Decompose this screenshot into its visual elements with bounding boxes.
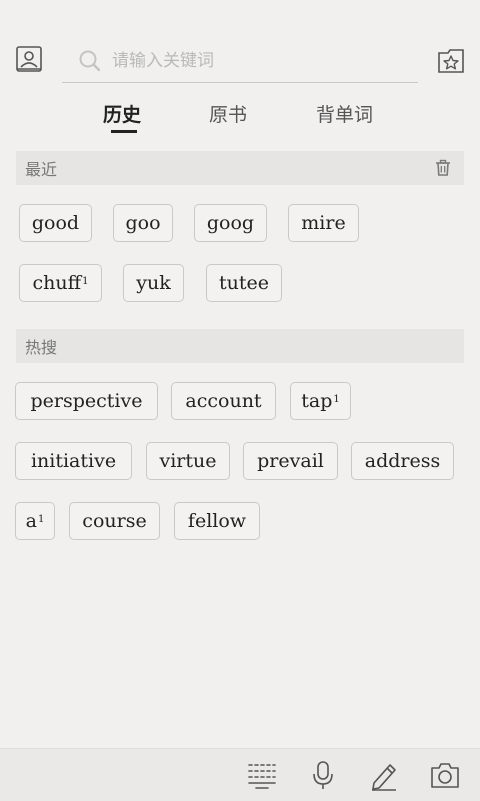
hot-word-chip[interactable]: address — [351, 442, 454, 480]
tab-bar: 历史 原书 背单词 — [0, 96, 480, 136]
trash-icon[interactable] — [434, 159, 452, 177]
camera-icon[interactable] — [427, 757, 463, 793]
recent-word-chip[interactable]: goo — [113, 204, 173, 242]
top-bar — [0, 0, 480, 100]
hot-row-3: a1 course fellow — [0, 502, 480, 542]
hot-word-chip[interactable]: course — [69, 502, 160, 540]
star-folder-icon[interactable] — [436, 46, 466, 76]
hot-word-chip[interactable]: perspective — [15, 382, 158, 420]
hot-word-chip[interactable]: fellow — [174, 502, 260, 540]
tab-vocabulary[interactable]: 背单词 — [316, 100, 373, 127]
search-icon — [78, 49, 102, 73]
recent-section-header: 最近 — [16, 151, 464, 185]
microphone-icon[interactable] — [305, 757, 341, 793]
keyboard-icon[interactable] — [244, 757, 280, 793]
search-input[interactable] — [110, 50, 414, 72]
hot-word-chip[interactable]: a1 — [15, 502, 55, 540]
hot-row-1: perspective account tap 1 — [0, 382, 480, 422]
recent-row-2: chuff 1 yuk tutee — [0, 264, 480, 304]
bottom-toolbar — [0, 748, 480, 801]
recent-word-chip[interactable]: good — [19, 204, 92, 242]
hot-section-title: 热搜 — [25, 338, 58, 357]
hot-word-chip[interactable]: prevail — [243, 442, 338, 480]
tab-source-book[interactable]: 原书 — [209, 100, 247, 127]
recent-word-chip[interactable]: chuff 1 — [19, 264, 102, 302]
recent-word-chip[interactable]: mire — [288, 204, 359, 242]
hot-word-chip[interactable]: initiative — [15, 442, 132, 480]
recent-section-title: 最近 — [25, 160, 58, 179]
recent-word-chip[interactable]: goog — [194, 204, 267, 242]
recent-word-chip[interactable]: tutee — [206, 264, 282, 302]
hot-word-chip[interactable]: tap 1 — [290, 382, 351, 420]
hot-word-chip[interactable]: account — [171, 382, 276, 420]
hot-section-header: 热搜 — [16, 329, 464, 363]
tab-history[interactable]: 历史 — [103, 100, 141, 127]
contacts-icon[interactable] — [14, 44, 44, 74]
hot-word-chip[interactable]: virtue — [146, 442, 230, 480]
hot-row-2: initiative virtue prevail address — [0, 442, 480, 482]
recent-row-1: good goo goog mire — [0, 204, 480, 244]
recent-word-chip[interactable]: yuk — [123, 264, 184, 302]
active-tab-indicator — [111, 130, 137, 133]
search-bar[interactable] — [62, 40, 418, 83]
pencil-icon[interactable] — [366, 757, 402, 793]
